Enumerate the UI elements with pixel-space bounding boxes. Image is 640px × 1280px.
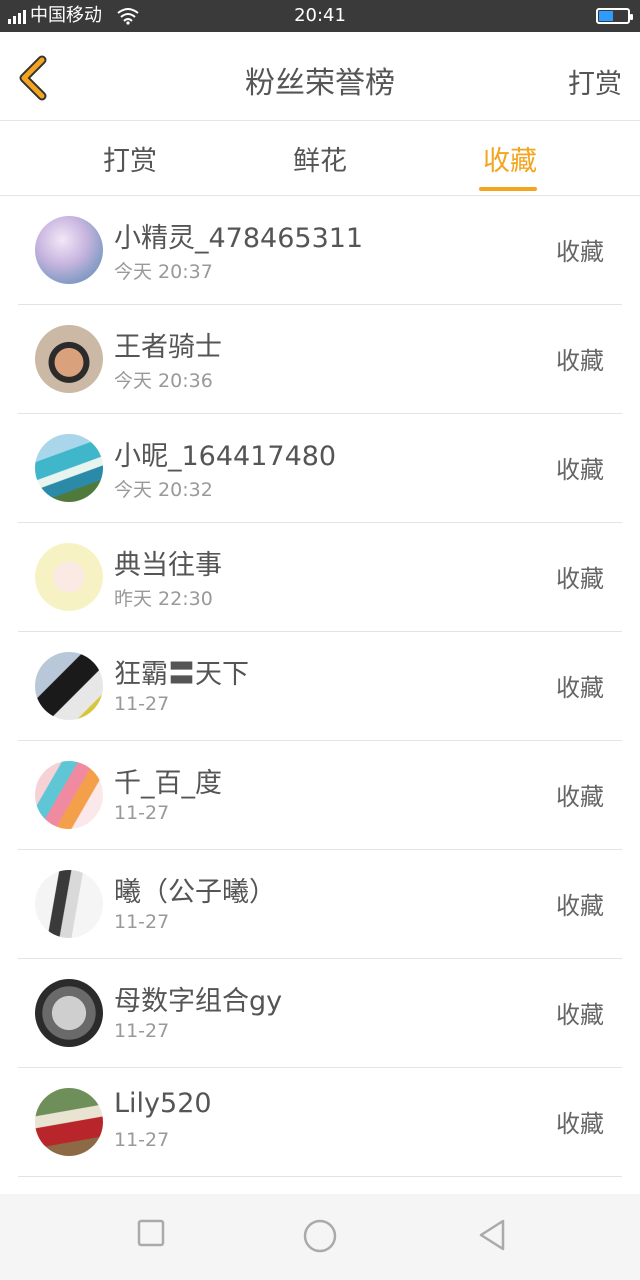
timestamp: 11-27 — [114, 1020, 170, 1042]
timestamp: 今天 20:36 — [114, 370, 213, 392]
action-label: 收藏 — [556, 892, 604, 920]
triangle-back-icon[interactable] — [476, 1218, 508, 1252]
battery-icon — [596, 8, 633, 24]
battery-level — [599, 11, 613, 21]
tab-reward[interactable]: 打赏 — [70, 139, 190, 178]
header: 粉丝荣誉榜 打赏 — [0, 32, 640, 121]
timestamp: 11-27 — [114, 1129, 170, 1151]
list-item[interactable]: 母数字组合gy 11-27 收藏 — [18, 959, 622, 1068]
tab-flowers[interactable]: 鲜花 — [260, 139, 380, 178]
list-item[interactable]: 王者骑士 今天 20:36 收藏 — [18, 305, 622, 414]
status-bar: 中国移动 20:41 — [0, 0, 640, 32]
user-name: 母数字组合gy — [114, 986, 283, 1017]
avatar[interactable] — [35, 543, 103, 611]
action-label: 收藏 — [556, 238, 604, 266]
action-label: 收藏 — [556, 456, 604, 484]
circle-icon[interactable] — [302, 1218, 338, 1254]
user-name: 典当往事 — [114, 550, 222, 581]
user-name: 小精灵_478465311 — [114, 223, 364, 254]
user-name: Lily520 — [114, 1088, 212, 1119]
timestamp: 今天 20:37 — [114, 261, 213, 283]
list-item[interactable]: 小昵_164417480 今天 20:32 收藏 — [18, 414, 622, 523]
tab-label: 收藏 — [483, 146, 537, 177]
avatar[interactable] — [35, 979, 103, 1047]
list-item[interactable]: 曦（公子曦） 11-27 收藏 — [18, 850, 622, 959]
status-time: 20:41 — [294, 5, 346, 26]
list-item[interactable]: 千_百_度 11-27 收藏 — [18, 741, 622, 850]
avatar[interactable] — [35, 652, 103, 720]
action-label: 收藏 — [556, 565, 604, 593]
user-name: 小昵_164417480 — [114, 441, 337, 472]
list-item[interactable]: 狂霸〓天下 11-27 收藏 — [18, 632, 622, 741]
tab-bar: 打赏 鲜花 收藏 — [0, 121, 640, 196]
avatar[interactable] — [35, 325, 103, 393]
tab-favorites[interactable]: 收藏 — [450, 139, 570, 191]
tab-label: 打赏 — [103, 146, 157, 177]
action-label: 收藏 — [556, 1001, 604, 1029]
action-label: 收藏 — [556, 1110, 604, 1138]
tip-button[interactable]: 打赏 — [568, 62, 622, 101]
tab-label: 鲜花 — [293, 146, 347, 177]
timestamp: 11-27 — [114, 911, 170, 933]
list-item[interactable]: 小精灵_478465311 今天 20:37 收藏 — [18, 196, 622, 305]
avatar[interactable] — [35, 870, 103, 938]
timestamp: 11-27 — [114, 802, 170, 824]
timestamp: 今天 20:32 — [114, 479, 213, 501]
system-nav-bar — [0, 1194, 640, 1280]
fan-list: 小精灵_478465311 今天 20:37 收藏 王者骑士 今天 20:36 … — [18, 196, 622, 1196]
avatar[interactable] — [35, 761, 103, 829]
page-title: 粉丝荣誉榜 — [245, 66, 395, 101]
user-name: 曦（公子曦） — [114, 877, 276, 908]
active-tab-indicator — [479, 187, 537, 191]
user-name: 狂霸〓天下 — [114, 659, 249, 690]
user-name: 千_百_度 — [114, 768, 222, 799]
user-name: 王者骑士 — [114, 332, 222, 363]
action-label: 收藏 — [556, 347, 604, 375]
avatar[interactable] — [35, 1088, 103, 1156]
action-label: 收藏 — [556, 674, 604, 702]
list-item[interactable]: Lily520 11-27 收藏 — [18, 1068, 622, 1177]
action-label: 收藏 — [556, 783, 604, 811]
avatar[interactable] — [35, 434, 103, 502]
avatar[interactable] — [35, 216, 103, 284]
square-icon[interactable] — [136, 1218, 166, 1248]
timestamp: 11-27 — [114, 693, 170, 715]
timestamp: 昨天 22:30 — [114, 588, 213, 610]
list-item[interactable]: 典当往事 昨天 22:30 收藏 — [18, 523, 622, 632]
